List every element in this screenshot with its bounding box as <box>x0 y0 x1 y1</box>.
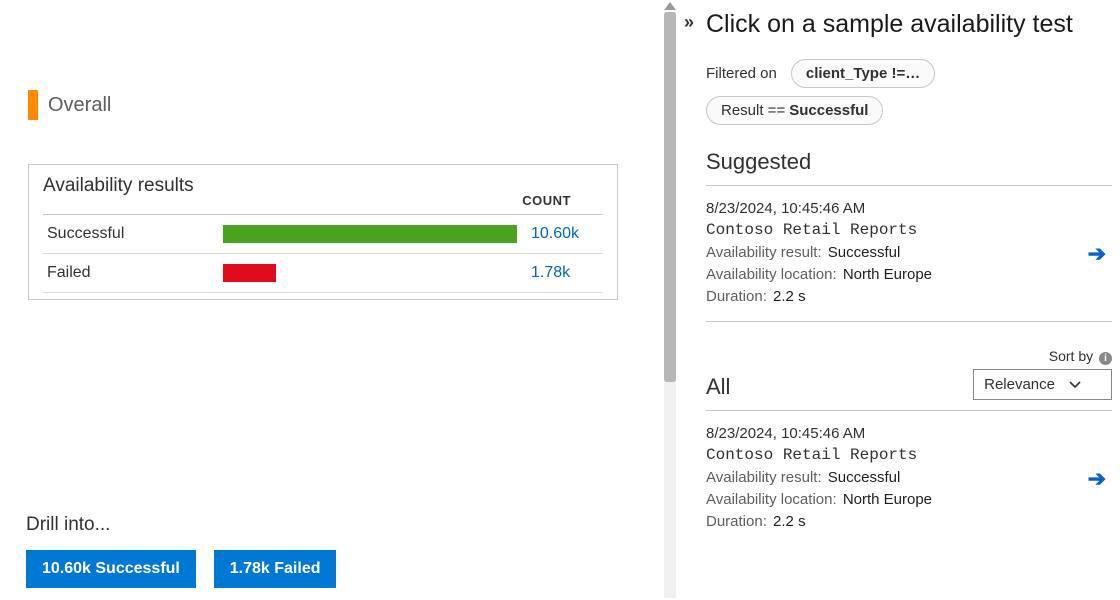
sort-dropdown[interactable]: Relevance <box>973 369 1112 400</box>
kv-value: 2.2 s <box>773 513 806 530</box>
sort-value: Relevance <box>984 376 1055 393</box>
filter-row: Filtered on client_Type !=… Result ==Suc… <box>706 59 1112 125</box>
all-header: All <box>706 374 730 400</box>
suggested-header: Suggested <box>706 149 1112 175</box>
filtered-on-label: Filtered on <box>706 65 777 82</box>
row-label: Failed <box>47 264 223 282</box>
kv-key: Duration: <box>706 513 767 530</box>
sample-item[interactable]: 8/23/2024, 10:45:46 AM Contoso Retail Re… <box>706 186 1112 322</box>
drill-successful-button[interactable]: 10.60k Successful <box>26 550 196 588</box>
bar-wrap <box>223 225 517 243</box>
sample-item[interactable]: 8/23/2024, 10:45:46 AM Contoso Retail Re… <box>706 411 1112 546</box>
sort-block: Sort by i Relevance <box>973 348 1112 400</box>
overall-label: Overall <box>48 94 111 117</box>
bar-wrap <box>223 264 517 282</box>
section-accent-bar <box>28 90 38 120</box>
open-sample-arrow-icon[interactable]: ➔ <box>1088 241 1106 267</box>
drill-into-section: Drill into... 10.60k Successful 1.78k Fa… <box>26 514 350 588</box>
drill-into-label: Drill into... <box>26 514 350 536</box>
scroll-thumb[interactable] <box>664 12 676 382</box>
kv-key: Availability location: <box>706 266 837 283</box>
row-count-link[interactable]: 1.78k <box>531 264 603 282</box>
sample-name: Contoso Retail Reports <box>706 446 1112 464</box>
sample-name: Contoso Retail Reports <box>706 221 1112 239</box>
overall-header: Overall <box>28 90 636 120</box>
vertical-scrollbar[interactable] <box>660 0 680 600</box>
overview-pane: Overall Availability results COUNT Succe… <box>0 0 660 600</box>
kv-value: Successful <box>828 469 901 486</box>
chip-value: … <box>905 65 920 82</box>
sort-by-label: Sort by <box>1049 348 1093 364</box>
info-icon[interactable]: i <box>1099 352 1112 365</box>
kv-value: North Europe <box>843 491 932 508</box>
sample-timestamp: 8/23/2024, 10:45:46 AM <box>706 200 1112 217</box>
row-label: Successful <box>47 225 223 243</box>
kv-value: Successful <box>828 244 901 261</box>
panel-title: Click on a sample availability test <box>706 10 1112 39</box>
bar-successful <box>223 225 517 243</box>
row-count-link[interactable]: 10.60k <box>531 225 603 243</box>
kv-key: Duration: <box>706 288 767 305</box>
bar-failed <box>223 264 276 282</box>
availability-results-card: Availability results COUNT Successful 10… <box>28 164 618 300</box>
kv-value: North Europe <box>843 266 932 283</box>
open-sample-arrow-icon[interactable]: ➔ <box>1088 466 1106 492</box>
expand-panel-icon[interactable]: » <box>684 12 690 33</box>
kv-value: 2.2 s <box>773 288 806 305</box>
chip-operator: client_Type != <box>806 65 905 82</box>
filter-chip-client-type[interactable]: client_Type !=… <box>791 59 935 88</box>
filter-chip-result[interactable]: Result ==Successful <box>706 96 883 125</box>
all-header-row: All Sort by i Relevance <box>706 348 1112 400</box>
scroll-up-arrow-icon[interactable] <box>664 2 676 10</box>
count-column-header: COUNT <box>522 193 571 208</box>
chevron-down-icon <box>1069 376 1081 393</box>
kv-key: Availability result: <box>706 469 822 486</box>
scroll-track[interactable] <box>664 12 676 598</box>
samples-pane: » Click on a sample availability test Fi… <box>680 0 1120 600</box>
result-row-successful[interactable]: Successful 10.60k <box>43 215 603 254</box>
kv-key: Availability result: <box>706 244 822 261</box>
drill-failed-button[interactable]: 1.78k Failed <box>214 550 337 588</box>
chip-operator: Result == <box>721 102 785 119</box>
sample-timestamp: 8/23/2024, 10:45:46 AM <box>706 425 1112 442</box>
result-row-failed[interactable]: Failed 1.78k <box>43 254 603 293</box>
kv-key: Availability location: <box>706 491 837 508</box>
chip-value: Successful <box>789 102 868 119</box>
